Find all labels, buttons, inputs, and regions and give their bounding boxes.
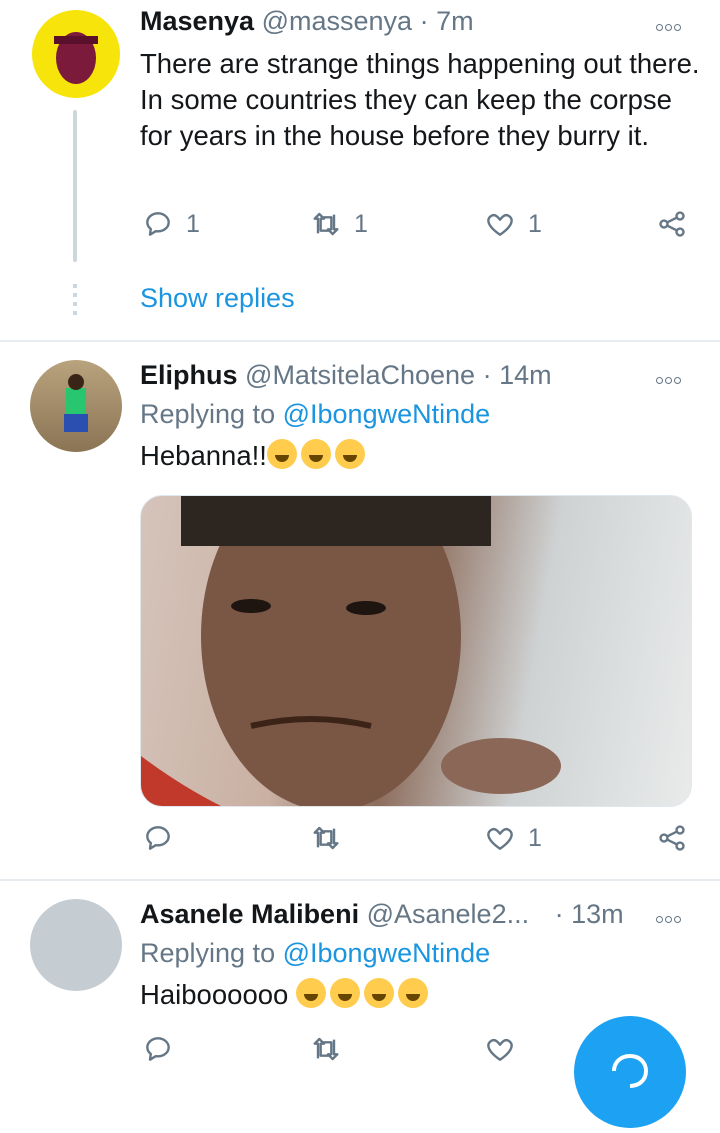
replying-prefix: Replying to [140,938,276,968]
heart-icon [487,828,513,850]
replying-to-mention[interactable]: @IbongweNtinde [283,938,491,968]
reply-button[interactable] [142,822,186,854]
timestamp[interactable]: · 14m [483,360,552,390]
avatar[interactable] [32,10,120,98]
reply-count: 1 [186,209,200,238]
retweet-button[interactable] [310,1033,354,1065]
tweet-text: Haiboooooo [140,977,700,1013]
reply-icon [146,212,170,236]
replying-to: Replying to @IbongweNtinde [140,399,490,430]
retweet-icon [313,212,339,236]
tweet-actions: 1 1 1 [0,208,720,248]
user-handle[interactable]: @MatsitelaChoene [245,360,475,390]
user-handle[interactable]: @massenya [262,6,412,36]
replying-to-mention[interactable]: @IbongweNtinde [283,399,491,429]
heart-icon [487,214,513,236]
loudly-crying-face-icon [295,978,326,1008]
tweet-text: There are strange things happening out t… [140,48,700,151]
face-with-tears-of-joy-icon [266,439,297,469]
avatar[interactable] [30,899,122,991]
retweet-count: 1 [354,209,368,238]
share-icon [659,211,685,237]
tweet-text-content: Haiboooooo [140,979,289,1010]
reply-button[interactable] [142,1033,186,1065]
tweet-text-content: Hebanna!! [140,440,267,471]
retweet-icon [313,1037,339,1061]
share-button[interactable] [656,208,688,240]
tweet-media-image[interactable] [140,495,692,807]
tweet-header: Masenya @massenya · 7m [140,6,474,37]
display-name[interactable]: Masenya [140,6,254,36]
reply-icon [146,1037,170,1061]
reply-icon [146,826,170,850]
loudly-crying-face-icon [363,978,394,1008]
display-name[interactable]: Eliphus [140,360,238,390]
share-icon [659,825,685,851]
share-button[interactable] [656,822,688,854]
face-with-tears-of-joy-icon [300,439,331,469]
compose-button[interactable] [574,1016,686,1128]
like-button[interactable]: 1 [484,822,542,854]
replying-prefix: Replying to [140,399,276,429]
more-options-icon[interactable] [656,18,690,32]
thread-dots [73,284,77,318]
tweet-masenya[interactable]: Masenya @massenya · 7m There are strange… [0,0,720,340]
more-options-icon[interactable] [656,910,690,924]
avatar[interactable] [30,360,122,452]
tweet-text: Hebanna!! [140,438,700,474]
loudly-crying-face-icon [329,978,360,1008]
tweet-header: Asanele Malibeni @Asanele2... · 13m [140,899,624,930]
compose-icon [612,1053,649,1088]
user-handle[interactable]: @Asanele2... [367,899,530,929]
like-button[interactable]: 1 [484,208,542,240]
timestamp[interactable]: · 13m [555,899,624,929]
face-with-tears-of-joy-icon [334,439,365,469]
retweet-button[interactable]: 1 [310,208,368,240]
display-name[interactable]: Asanele Malibeni [140,899,359,929]
like-count: 1 [528,823,542,852]
reply-button[interactable]: 1 [142,208,200,240]
retweet-icon [313,826,339,850]
tweet-header: Eliphus @MatsitelaChoene · 14m [140,360,552,391]
like-count: 1 [528,209,542,238]
retweet-button[interactable] [310,822,354,854]
loudly-crying-face-icon [397,978,428,1008]
more-options-icon[interactable] [656,371,690,385]
tweet-actions: 1 [0,822,720,862]
show-replies-link[interactable]: Show replies [140,283,295,314]
replying-to: Replying to @IbongweNtinde [140,938,490,969]
like-button[interactable] [484,1033,528,1065]
timestamp[interactable]: · 7m [420,6,474,36]
heart-icon [487,1039,513,1061]
